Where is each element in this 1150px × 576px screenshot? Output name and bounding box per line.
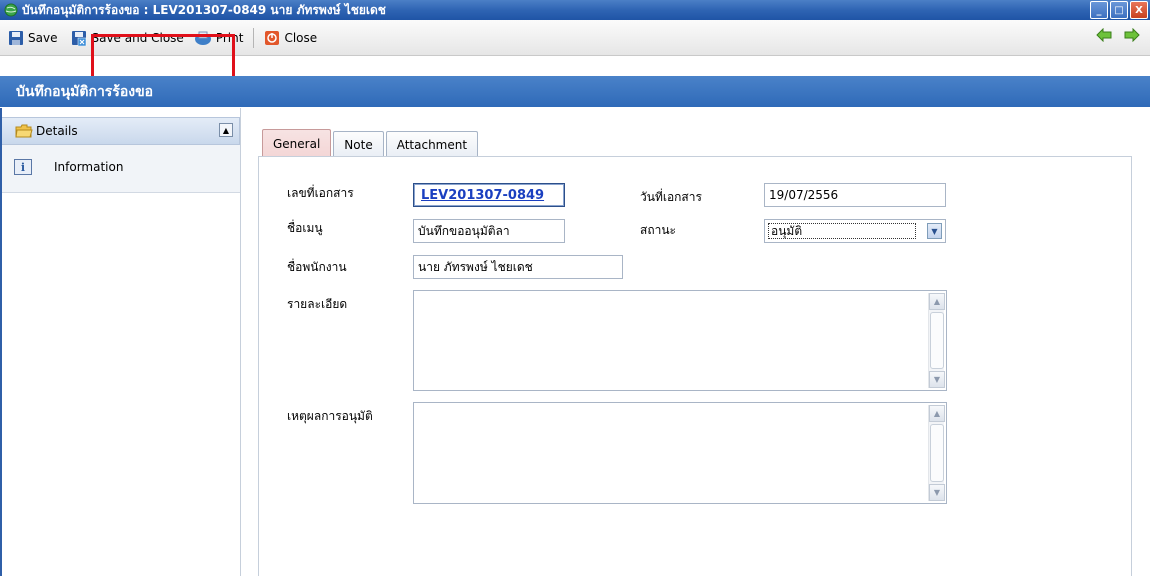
collapse-button[interactable]: ▲ (219, 123, 233, 137)
power-icon (265, 30, 280, 45)
toolbar-separator (253, 27, 255, 48)
print-label: Print (215, 30, 244, 45)
detail-label: รายละเอียด (287, 297, 348, 311)
tab-attachment[interactable]: Attachment (385, 131, 479, 157)
close-label: Close (284, 30, 318, 45)
detail-textarea[interactable]: ▲ ▼ (413, 290, 947, 391)
globe-icon (4, 3, 18, 17)
page-title: บันทึกอนุมัติการร้องขอ (16, 83, 154, 100)
save-and-close-button[interactable]: Save and Close (67, 26, 187, 50)
details-section-header[interactable]: Details ▲ (0, 117, 240, 145)
information-icon: i (14, 159, 32, 175)
printer-icon (194, 31, 211, 45)
reason-scrollbar[interactable]: ▲ ▼ (928, 405, 945, 501)
doc-no-label: เลขที่เอกสาร (287, 186, 354, 200)
scroll-up-icon[interactable]: ▲ (929, 293, 945, 310)
arrow-right-icon[interactable] (1124, 28, 1140, 42)
detail-scrollbar[interactable]: ▲ ▼ (928, 293, 945, 388)
scroll-down-icon[interactable]: ▼ (929, 484, 945, 501)
doc-date-label: วันที่เอกสาร (640, 190, 702, 204)
scroll-up-icon[interactable]: ▲ (929, 405, 945, 422)
sidebar: Details ▲ i Information (0, 108, 241, 576)
page-header: บันทึกอนุมัติการร้องขอ (0, 76, 1150, 107)
status-select[interactable]: อนุมัติ ▼ (764, 219, 946, 243)
tab-strip: General Note Attachment (262, 129, 480, 157)
chevron-down-icon[interactable]: ▼ (927, 223, 942, 239)
reason-textarea[interactable]: ▲ ▼ (413, 402, 947, 504)
doc-no-link[interactable]: LEV201307-0849 (418, 188, 544, 203)
tab-general[interactable]: General (262, 129, 332, 157)
folder-icon (15, 124, 33, 138)
floppy-disk-icon (9, 30, 23, 45)
sidebar-item-information[interactable]: i Information (14, 159, 123, 175)
maximize-button[interactable]: □ (1110, 1, 1128, 19)
scroll-thumb[interactable] (930, 424, 944, 482)
window-left-border (0, 108, 2, 576)
minimize-button[interactable]: _ (1090, 1, 1108, 19)
sidebar-item-label: Information (54, 160, 124, 174)
details-items: i Information (0, 145, 240, 193)
reason-label: เหตุผลการอนุมัติ (287, 409, 373, 423)
window-title: บันทึกอนุมัติการร้องขอ : LEV201307-0849 … (22, 2, 386, 17)
general-tab-panel: เลขที่เอกสาร LEV201307-0849 วันที่เอกสาร… (258, 156, 1132, 576)
save-and-close-label: Save and Close (91, 30, 184, 45)
doc-no-field[interactable]: LEV201307-0849 (413, 183, 565, 207)
save-button[interactable]: Save (4, 26, 61, 50)
tab-note[interactable]: Note (333, 131, 384, 157)
menu-name-label: ชื่อเมนู (287, 221, 323, 235)
save-close-icon (72, 30, 87, 46)
details-label: Details (36, 124, 78, 138)
scroll-down-icon[interactable]: ▼ (929, 371, 945, 388)
arrow-left-icon[interactable] (1096, 28, 1112, 42)
menu-name-field[interactable]: บันทึกขออนุมัติลา (413, 219, 565, 243)
doc-date-field[interactable]: 19/07/2556 (764, 183, 946, 207)
close-button[interactable]: Close (260, 26, 321, 50)
status-selected-value: อนุมัติ (768, 223, 916, 239)
employee-label: ชื่อพนักงาน (287, 260, 347, 274)
save-label: Save (28, 30, 58, 45)
record-navigation (1096, 28, 1140, 42)
employee-field[interactable]: นาย ภัทรพงษ์ ไชยเดช (413, 255, 623, 279)
toolbar: Save Save and Close Print Close (0, 20, 1150, 56)
print-button[interactable]: Print (190, 26, 248, 50)
scroll-thumb[interactable] (930, 312, 944, 369)
status-label: สถานะ (640, 223, 676, 237)
close-window-button[interactable]: X (1130, 1, 1148, 19)
window-titlebar: บันทึกอนุมัติการร้องขอ : LEV201307-0849 … (0, 0, 1150, 20)
